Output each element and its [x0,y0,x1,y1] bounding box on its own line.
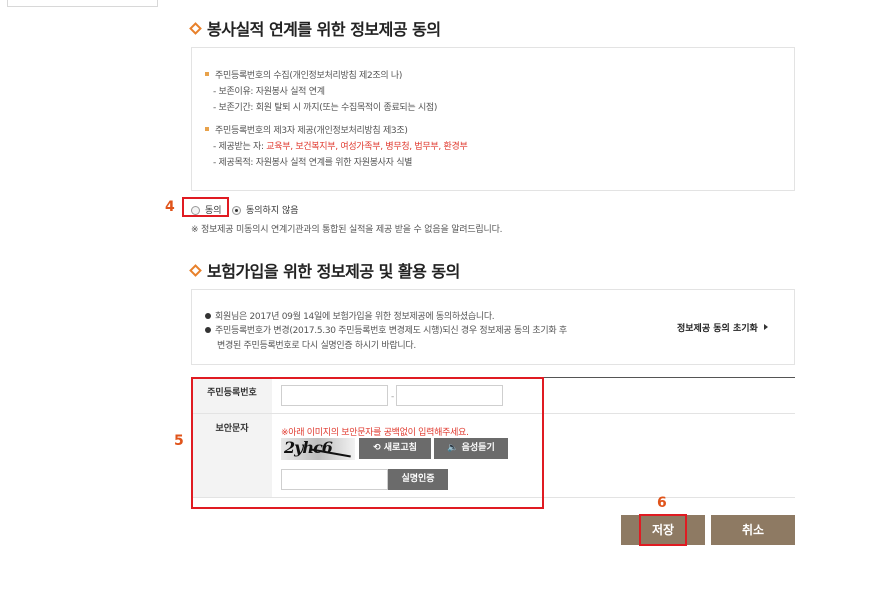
section-title-insurance: 보험가입을 위한 정보제공 및 활용 동의 [189,258,460,282]
dot-bullet-icon [205,327,211,333]
diamond-bullet-icon [189,22,202,35]
info-sub-1: - 보존이유: 자원봉사 실적 연계 [213,87,325,97]
insurance-line-2: 주민등록번호가 변경(2017.5.30 주민등록번호 변경제도 시행)되신 경… [205,323,567,336]
disagree-radio[interactable] [232,206,241,215]
info-head-1: 주민등록번호의 수집(개인정보처리방침 제2조의 나) [205,68,402,81]
consent-notice: ※ 정보제공 미동의시 연계기관과의 통합된 실적을 제공 받을 수 없음을 알… [191,225,503,235]
square-bullet-icon [205,127,209,131]
arrow-right-icon [763,324,768,330]
info-head-2: 주민등록번호의 제3자 제공(개인정보처리방침 제3조) [205,123,408,136]
info-sub-4: - 제공목적: 자원봉사 실적 연계를 위한 자원봉사자 식별 [213,158,413,168]
annotation-number-6: 6 [657,495,667,511]
section-title-volunteer: 봉사실적 연계를 위한 정보제공 동의 [189,16,441,40]
insurance-line-3: 변경된 주민등록번호로 다시 실명인증 하시기 바랍니다. [217,341,416,351]
square-bullet-icon [205,72,209,76]
highlight-box-6 [639,514,687,546]
cancel-button[interactable]: 취소 [711,515,795,545]
highlight-box-4 [182,197,229,217]
reset-consent-link[interactable]: 정보제공 동의 초기화 [677,321,768,334]
insurance-line-1: 회원님은 2017년 09월 14일에 보험가입을 위한 정보제공에 동의하셨습… [205,309,495,322]
dot-bullet-icon [205,313,211,319]
highlight-box-5 [191,377,544,509]
annotation-number-5: 5 [174,433,184,449]
disagree-label: 동의하지 않음 [246,206,299,216]
info-sub-3: - 제공받는 자: 교육부, 보건복지부, 여성가족부, 병무청, 법무부, 환… [213,142,468,152]
volunteer-info-box: 주민등록번호의 수집(개인정보처리방침 제2조의 나) - 보존이유: 자원봉사… [191,47,795,191]
annotation-number-4: 4 [165,199,175,215]
info-sub-2: - 보존기간: 회원 탈퇴 시 까지(또는 수집목적이 종료되는 시점) [213,103,438,113]
diamond-bullet-icon [189,264,202,277]
left-panel-fragment [7,0,158,7]
